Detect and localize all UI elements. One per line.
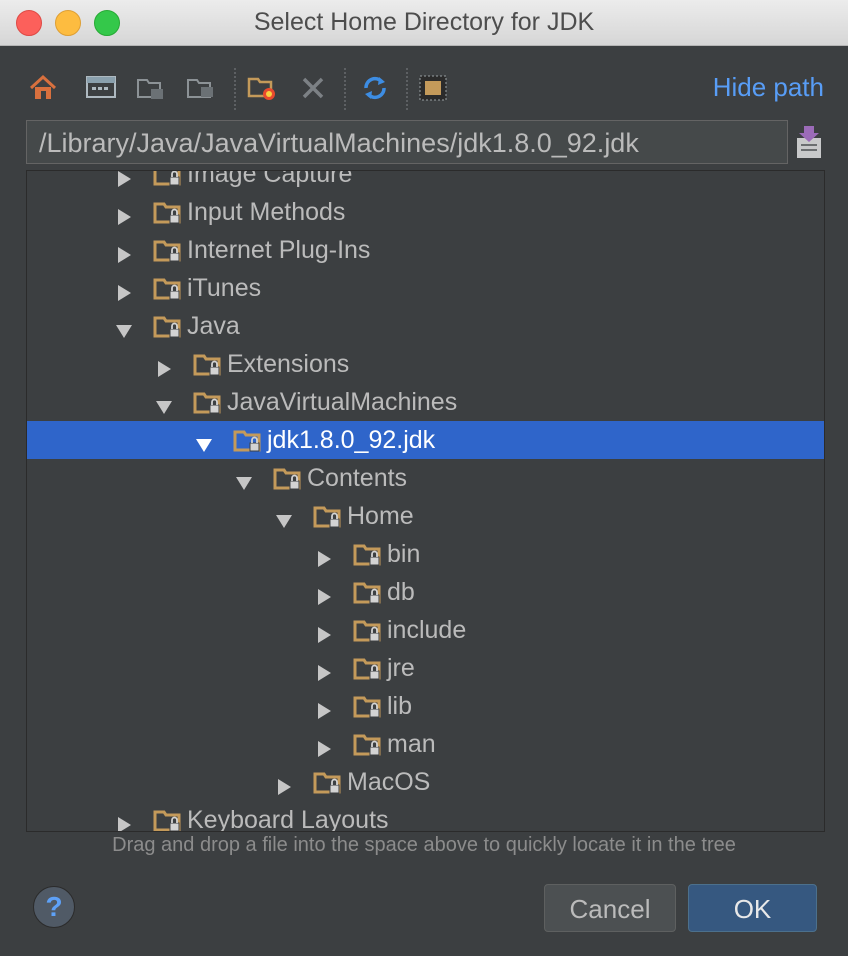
new-folder-icon[interactable] — [246, 71, 280, 105]
dialog-window: Select Home Directory for JDK Hide path … — [0, 0, 848, 956]
tree-row[interactable]: bin — [27, 535, 824, 573]
folder-icon — [193, 391, 223, 415]
collapsed-arrow-icon[interactable] — [115, 204, 133, 225]
file-tree[interactable]: Image Capture Input Methods Internet Plug-… — [26, 170, 825, 832]
toolbar-separator — [344, 68, 346, 110]
tree-row-selected[interactable]: jdk1.8.0_92.jdk — [27, 421, 824, 459]
refresh-icon[interactable] — [358, 71, 392, 105]
folder-icon — [153, 315, 183, 339]
title-bar: Select Home Directory for JDK — [0, 0, 848, 46]
expanded-arrow-icon[interactable] — [275, 508, 293, 528]
tree-row[interactable]: lib — [27, 687, 824, 725]
module-folder-icon[interactable] — [184, 71, 218, 105]
tree-row-label: iTunes — [187, 274, 262, 302]
help-button[interactable]: ? — [33, 886, 75, 928]
window-title: Select Home Directory for JDK — [253, 8, 595, 36]
folder-icon — [273, 467, 303, 491]
folder-icon — [153, 201, 183, 225]
tree-row[interactable]: Internet Plug-Ins — [27, 231, 824, 269]
delete-icon[interactable] — [296, 71, 330, 105]
expanded-arrow-icon[interactable] — [195, 432, 213, 452]
download-icon[interactable] — [794, 124, 824, 160]
folder-icon — [353, 543, 383, 567]
tree-row-label: Extensions — [227, 350, 350, 378]
tree-row-label: MacOS — [347, 768, 431, 796]
expanded-arrow-icon[interactable] — [235, 470, 253, 490]
tree-row[interactable]: man — [27, 725, 824, 763]
collapsed-arrow-icon[interactable] — [315, 698, 333, 719]
folder-icon — [153, 171, 183, 187]
collapsed-arrow-icon[interactable] — [315, 584, 333, 605]
folder-icon — [353, 619, 383, 643]
folder-icon — [153, 809, 183, 831]
collapsed-arrow-icon[interactable] — [275, 774, 293, 795]
desktop-icon[interactable] — [84, 71, 118, 105]
expanded-arrow-icon[interactable] — [115, 318, 133, 338]
tree-row[interactable]: Input Methods — [27, 193, 824, 231]
project-folder-icon[interactable] — [134, 71, 168, 105]
tree-row[interactable]: jre — [27, 649, 824, 687]
collapsed-arrow-icon[interactable] — [155, 356, 173, 377]
folder-icon — [353, 695, 383, 719]
tree-row-label: Home — [347, 502, 414, 530]
tree-row-label: Keyboard Layouts — [187, 806, 389, 832]
tree-row[interactable]: Java — [27, 307, 824, 345]
tree-row[interactable]: MacOS — [27, 763, 824, 801]
tree-row[interactable]: Extensions — [27, 345, 824, 383]
home-icon[interactable] — [26, 71, 60, 105]
folder-icon — [313, 771, 343, 795]
folder-icon — [353, 733, 383, 757]
collapsed-arrow-icon[interactable] — [115, 171, 133, 187]
collapsed-arrow-icon[interactable] — [115, 812, 133, 831]
drag-drop-hint: Drag and drop a file into the space abov… — [112, 834, 736, 856]
collapsed-arrow-icon[interactable] — [315, 736, 333, 757]
toolbar — [26, 64, 826, 114]
expanded-arrow-icon[interactable] — [155, 394, 173, 414]
folder-icon — [153, 239, 183, 263]
tree-row-label: jdk1.8.0_92.jdk — [267, 426, 436, 454]
tree-row-label: man — [387, 730, 436, 758]
folder-icon — [193, 353, 223, 377]
collapsed-arrow-icon[interactable] — [315, 622, 333, 643]
tree-row[interactable]: db — [27, 573, 824, 611]
toolbar-separator — [406, 68, 408, 110]
collapsed-arrow-icon[interactable] — [315, 660, 333, 681]
tree-row[interactable]: Image Capture — [27, 170, 824, 193]
show-hidden-icon[interactable] — [416, 71, 450, 105]
tree-row-label: Image Capture — [187, 170, 353, 188]
tree-row[interactable]: JavaVirtualMachines — [27, 383, 824, 421]
path-input[interactable]: /Library/Java/JavaVirtualMachines/jdk1.8… — [26, 120, 788, 164]
ok-button[interactable]: OK — [688, 884, 817, 932]
tree-row-label: bin — [387, 540, 421, 568]
tree-row-label: Java — [187, 312, 240, 340]
tree-row-label: Input Methods — [187, 198, 346, 226]
tree-row-label: lib — [387, 692, 413, 720]
folder-icon — [153, 277, 183, 301]
collapsed-arrow-icon[interactable] — [115, 280, 133, 301]
tree-row[interactable]: include — [27, 611, 824, 649]
folder-icon — [233, 429, 263, 453]
folder-icon — [353, 657, 383, 681]
tree-row[interactable]: Home — [27, 497, 824, 535]
tree-row-label: Internet Plug-Ins — [187, 236, 371, 264]
tree-row-label: include — [387, 616, 467, 644]
folder-icon — [353, 581, 383, 605]
folder-icon — [313, 505, 343, 529]
tree-row-label: db — [387, 578, 415, 606]
collapsed-arrow-icon[interactable] — [115, 242, 133, 263]
tree-row-label: JavaVirtualMachines — [227, 388, 458, 416]
tree-row[interactable]: iTunes — [27, 269, 824, 307]
hide-path-link[interactable]: Hide path — [713, 72, 824, 103]
toolbar-separator — [234, 68, 236, 110]
tree-row[interactable]: Keyboard Layouts — [27, 801, 824, 832]
tree-row[interactable]: Contents — [27, 459, 824, 497]
collapsed-arrow-icon[interactable] — [315, 546, 333, 567]
cancel-button[interactable]: Cancel — [544, 884, 676, 932]
tree-row-label: Contents — [307, 464, 408, 492]
tree-row-label: jre — [387, 654, 415, 682]
